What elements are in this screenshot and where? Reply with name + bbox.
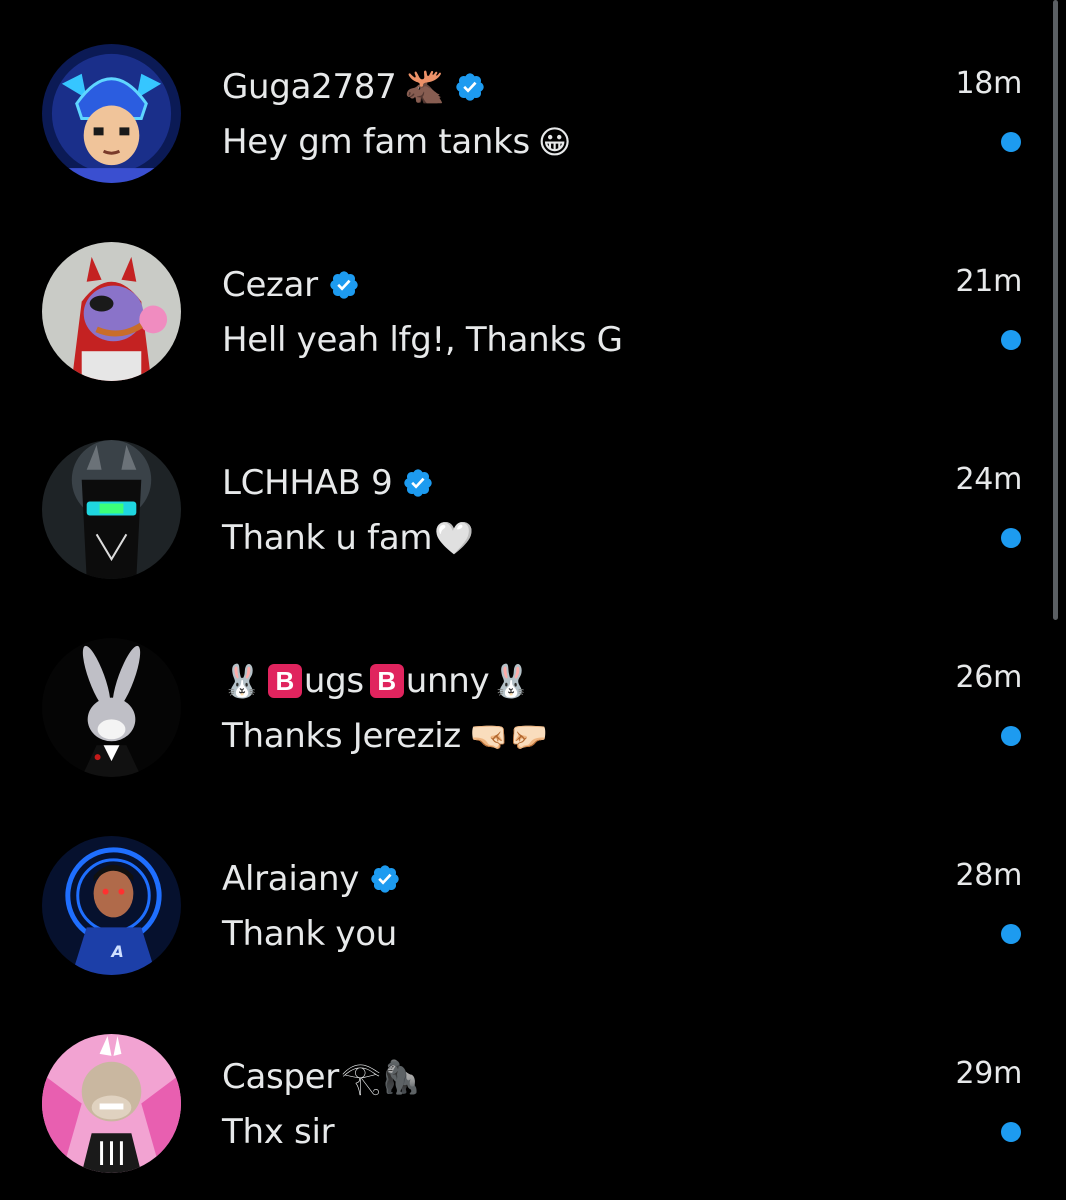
unread-indicator (1001, 330, 1021, 350)
timestamp: 26m (955, 660, 1023, 695)
moose-emoji: 🫎 (404, 68, 445, 106)
avatar[interactable] (42, 440, 181, 579)
verified-badge-icon (369, 863, 401, 895)
rabbit-emoji: 🐰 (222, 662, 262, 700)
conversation-row[interactable]: 🐰 B ugs B unny 🐰 Thanks Jereziz 🤜🏻🤛🏻 26m (0, 594, 1050, 792)
avatar[interactable]: A (42, 836, 181, 975)
timestamp: 28m (955, 858, 1023, 893)
avatar-image (42, 242, 181, 381)
unread-indicator (1001, 924, 1021, 944)
message-text: Hey gm fam tanks (222, 122, 530, 162)
b-button-emoji: B (369, 664, 404, 698)
dm-inbox: Guga2787 🫎 Hey gm fam tanks 😀 18m Cezar … (0, 0, 1066, 1200)
contact-name: LCHHAB 9 (222, 463, 393, 503)
name-line: Alraiany (222, 856, 401, 902)
timestamp: 18m (955, 66, 1023, 101)
contact-name: Alraiany (222, 859, 360, 899)
unread-indicator (1001, 132, 1021, 152)
avatar[interactable] (42, 638, 181, 777)
message-preview: Thank u fam 🤍 (222, 514, 474, 562)
message-preview: Thanks Jereziz 🤜🏻🤛🏻 (222, 712, 548, 760)
conversation-row[interactable]: Casper 𓂀🦍 Thx sir 29m (0, 990, 1050, 1188)
verified-badge-icon (402, 467, 434, 499)
eye-gorilla-emoji: 𓂀🦍 (340, 1058, 421, 1096)
timestamp: 21m (955, 264, 1023, 299)
unread-indicator (1001, 528, 1021, 548)
name-line: Cezar (222, 262, 360, 308)
unread-indicator (1001, 726, 1021, 746)
grinning-emoji: 😀 (537, 123, 572, 161)
avatar-image (42, 440, 181, 579)
name-line: Casper 𓂀🦍 (222, 1054, 421, 1100)
contact-name: Cezar (222, 265, 318, 305)
fist-bump-emoji: 🤜🏻🤛🏻 (468, 717, 549, 755)
conversation-row[interactable]: Cezar Hell yeah lfg!, Thanks G 21m (0, 198, 1050, 396)
verified-badge-icon (328, 269, 360, 301)
svg-text:A: A (110, 942, 124, 961)
message-text: Thank u fam (222, 518, 433, 558)
contact-name-part: ugs (303, 661, 364, 701)
message-text: Thx sir (222, 1112, 335, 1152)
avatar-image (42, 1034, 181, 1173)
conversation-row[interactable]: Guga2787 🫎 Hey gm fam tanks 😀 18m (0, 0, 1050, 198)
message-preview: Hey gm fam tanks 😀 (222, 118, 571, 166)
message-text: Thanks Jereziz (222, 716, 461, 756)
unread-indicator (1001, 1122, 1021, 1142)
name-line: Guga2787 🫎 (222, 64, 486, 110)
conversation-row[interactable]: LCHHAB 9 Thank u fam 🤍 24m (0, 396, 1050, 594)
message-preview: Hell yeah lfg!, Thanks G (222, 316, 623, 364)
contact-name-part: unny (405, 661, 490, 701)
white-heart-emoji: 🤍 (434, 519, 474, 557)
avatar[interactable] (42, 1034, 181, 1173)
conversation-row[interactable]: A Alraiany Thank you 28m (0, 792, 1050, 990)
b-button-emoji: B (267, 664, 302, 698)
avatar[interactable] (42, 44, 181, 183)
avatar-image (42, 638, 181, 777)
avatar-image (42, 44, 181, 183)
verified-badge-icon (454, 71, 486, 103)
message-text: Hell yeah lfg!, Thanks G (222, 320, 623, 360)
name-line: 🐰 B ugs B unny 🐰 (222, 658, 531, 704)
contact-name: Guga2787 (222, 67, 397, 107)
avatar-image: A (42, 836, 181, 975)
contact-name: Casper (222, 1057, 339, 1097)
timestamp: 29m (955, 1056, 1023, 1091)
rabbit-emoji: 🐰 (491, 662, 532, 700)
message-preview: Thx sir (222, 1108, 335, 1156)
message-preview: Thank you (222, 910, 397, 958)
avatar[interactable] (42, 242, 181, 381)
scrollbar[interactable] (1053, 0, 1058, 620)
timestamp: 24m (955, 462, 1023, 497)
message-text: Thank you (222, 914, 397, 954)
name-line: LCHHAB 9 (222, 460, 434, 506)
